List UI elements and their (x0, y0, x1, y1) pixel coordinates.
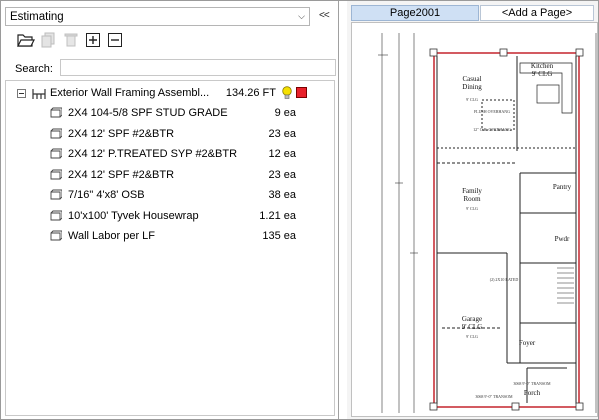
item-name: 2X4 12' P.TREATED SYP #2&BTR (68, 148, 238, 160)
room-label: Foyer (519, 339, 536, 347)
folder-open-icon[interactable] (17, 31, 35, 49)
plan-note: 9' CLG (466, 206, 478, 211)
plan-note: 9' CLG (466, 334, 478, 339)
room-sublabel: Dining (462, 83, 482, 91)
item-quantity: 12 ea (268, 148, 296, 160)
dimension-lines (378, 33, 597, 413)
item-quantity: 9 ea (274, 107, 296, 119)
item-icon (50, 210, 62, 220)
tree-item-row[interactable]: 2X4 12' SPF #2&BTR 23 ea (6, 166, 334, 186)
floor-plan-canvas[interactable]: Casual Dining Kitchen 9' CLG Family Room Garag… (351, 22, 598, 417)
room-label: Pwdr (555, 235, 570, 243)
item-quantity: 135 ea (262, 230, 296, 242)
floor-plan-drawing: CasualDiningKitchen9' CLGFamilyRoomGarag… (378, 33, 597, 413)
color-swatch[interactable] (296, 87, 307, 98)
room-label: Kitchen (531, 62, 554, 70)
estimating-panel: Estimating ⌵ << Search: Exterior Wall Fr… (1, 1, 339, 419)
mode-select-value: Estimating (10, 11, 64, 23)
assembly-quantity: 134.26 FT (225, 87, 276, 99)
takeoff-tree: Exterior Wall Framing Assembl... 134.26 … (5, 80, 335, 416)
item-name: 2X4 12' SPF #2&BTR (68, 127, 175, 140)
room-label: Porch (524, 389, 541, 397)
tab-page2001[interactable]: Page2001 (351, 5, 479, 21)
page-tabs: Page2001 <Add a Page> (347, 5, 598, 21)
item-icon (50, 107, 62, 118)
item-icon (50, 128, 62, 138)
item-name: 10'x100' Tyvek Housewrap (68, 209, 199, 222)
plan-viewer: Page2001 <Add a Page> Casual Dining Kitc… (347, 1, 598, 419)
item-name: 2X4 12' SPF #2&BTR (68, 168, 175, 181)
item-icon (50, 189, 62, 200)
room-label: Garage (462, 315, 482, 323)
copy-icon[interactable] (40, 31, 58, 49)
room-sublabel: 9' CLG (532, 70, 553, 78)
mode-select[interactable]: Estimating ⌵ (5, 7, 310, 26)
search-input[interactable] (60, 59, 336, 76)
tree-item-row[interactable]: Wall Labor per LF 135 ea (6, 227, 334, 247)
room-sublabel: Room (463, 195, 481, 203)
tab-add-page[interactable]: <Add a Page> (480, 5, 594, 21)
collapse-toggle[interactable] (17, 89, 26, 98)
tree-item-row[interactable]: 7/16" 4'x8' OSB 38 ea (6, 186, 334, 206)
item-quantity: 23 ea (268, 127, 296, 140)
tree-item-row[interactable]: 2X4 12' SPF #2&BTR 23 ea (6, 125, 334, 145)
tree-item-row[interactable]: 2X4 104-5/8 SPF STUD GRADE 9 ea (6, 104, 334, 124)
tree-item-row[interactable]: 2X4 12' P.TREATED SYP #2&BTR 12 ea (6, 145, 334, 165)
item-icon (50, 169, 62, 179)
assembly-name: Exterior Wall Framing Assembl... (50, 87, 210, 99)
plan-note: 12" O.H. OVERHANG (473, 127, 511, 132)
room-label: Pantry (553, 183, 572, 191)
item-icon (50, 148, 62, 159)
room-sublabel: 9' CLG (462, 323, 483, 331)
stairs (557, 267, 574, 304)
chevron-down-icon: ⌵ (298, 11, 305, 21)
item-name: 2X4 104-5/8 SPF STUD GRADE (68, 107, 228, 119)
trash-icon[interactable] (62, 31, 80, 49)
room-label: Family (462, 187, 482, 195)
plus-box-icon[interactable] (84, 31, 102, 49)
plan-note: 9' CLG (466, 97, 478, 102)
plan-note: 3068 9'-0" TRANSOM (475, 394, 513, 399)
item-name: 7/16" 4'x8' OSB (68, 189, 145, 201)
item-quantity: 38 ea (268, 189, 296, 201)
item-quantity: 1.21 ea (259, 209, 296, 222)
assembly-row[interactable]: Exterior Wall Framing Assembl... 134.26 … (6, 84, 334, 104)
wall-assembly-icon (32, 89, 46, 99)
item-quantity: 23 ea (268, 168, 296, 181)
tree-item-row[interactable]: 10'x100' Tyvek Housewrap 1.21 ea (6, 207, 334, 227)
minus-box-icon[interactable] (106, 31, 124, 49)
item-icon (50, 230, 62, 241)
plan-note: FLUSH OVERHANG (474, 109, 510, 114)
item-name: Wall Labor per LF (68, 230, 156, 242)
plan-note: 3068 9'-0" TRANSOM (513, 381, 551, 386)
lightbulb-icon[interactable] (281, 86, 293, 100)
room-label: Casual (462, 75, 481, 83)
plan-notes: FLUSH OVERHANG 12" O.H. OVERHANG (2) 2X10 … (466, 97, 551, 399)
search-label: Search: (15, 63, 53, 75)
plan-note: (2) 2X10 RATED (490, 277, 519, 282)
collapse-panel-button[interactable]: << (319, 10, 330, 21)
